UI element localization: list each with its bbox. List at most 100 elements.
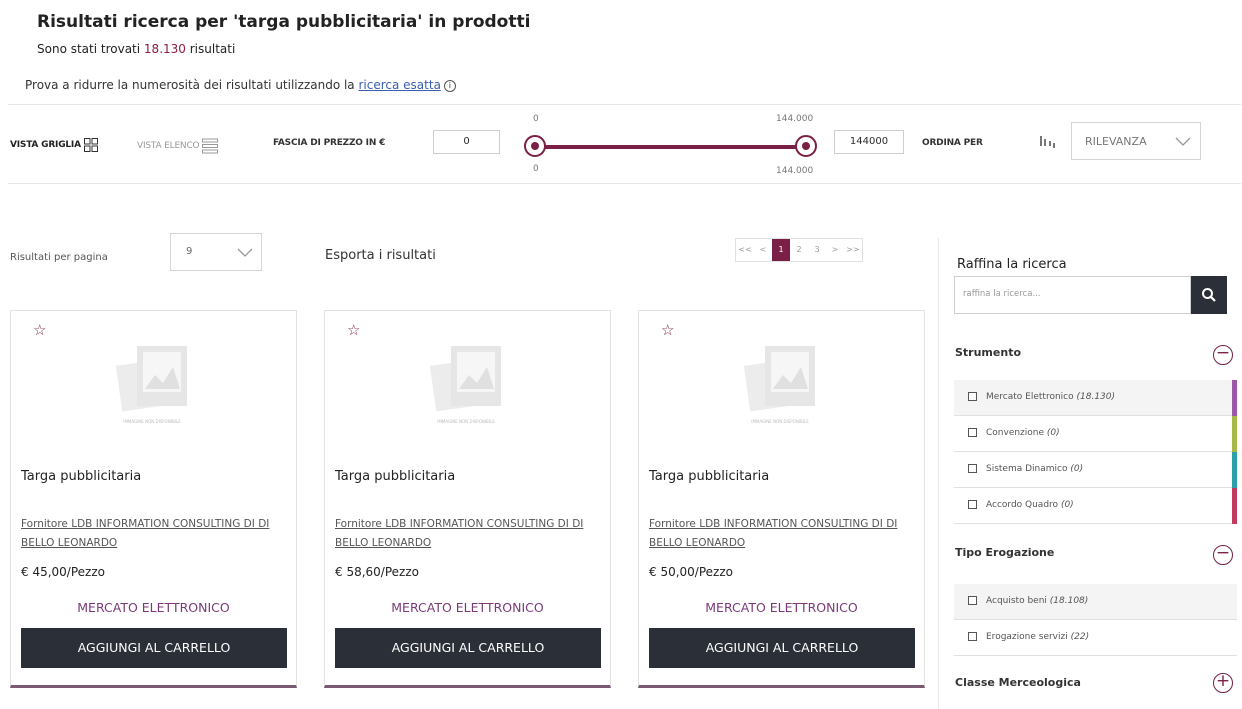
product-card: ☆ IMMAGINE NON DISPONIBILE Targa pubblic…: [638, 310, 925, 688]
option-label: Accordo Quadro: [986, 500, 1059, 510]
price-min-input[interactable]: 0: [433, 130, 500, 154]
export-results-link[interactable]: Esporta i risultati: [325, 248, 436, 263]
grid-view-label: VISTA GRIGLIA: [10, 140, 81, 150]
slider-min-handle[interactable]: [524, 135, 546, 157]
price-range-label: FASCIA DI PREZZO IN €: [273, 138, 386, 148]
grid-view-icon: [83, 138, 98, 152]
image-placeholder-icon: [115, 346, 187, 412]
filter-option-acquisto[interactable]: Acquisto beni (18.108): [954, 584, 1237, 620]
option-count: (0): [1046, 428, 1060, 438]
filter-option-mercato[interactable]: Mercato Elettronico (18.130): [954, 380, 1237, 416]
price-max-input[interactable]: 144000: [834, 130, 904, 154]
page-1[interactable]: 1: [772, 239, 790, 261]
filter-option-sistema[interactable]: Sistema Dinamico (0): [954, 452, 1237, 488]
chevron-down-icon: [237, 248, 253, 257]
option-count: (18.108): [1049, 596, 1089, 606]
hint-text: Prova a ridurre la numerosità dei risult…: [25, 78, 359, 92]
checkbox[interactable]: [968, 596, 977, 605]
favorite-star-icon[interactable]: ☆: [347, 321, 360, 339]
list-view-toggle[interactable]: VISTA ELENCO: [137, 138, 219, 154]
section-strumento: Strumento: [955, 346, 1022, 359]
found-count: 18.130: [143, 42, 186, 56]
product-name[interactable]: Targa pubblicitaria: [21, 469, 141, 484]
market-label: MERCATO ELETTRONICO: [77, 600, 230, 615]
sort-label: ORDINA PER: [922, 138, 983, 148]
filter-option-erogazione[interactable]: Erogazione servizi (22): [954, 620, 1237, 656]
market-label: MERCATO ELETTRONICO: [391, 600, 544, 615]
section-classe-merceologica: Classe Merceologica: [955, 676, 1081, 689]
grid-view-toggle[interactable]: VISTA GRIGLIA: [10, 138, 98, 152]
list-view-icon: [202, 138, 219, 154]
image-placeholder-text: IMMAGINE NON DISPONIBILE: [751, 419, 809, 424]
collapse-tipo-icon[interactable]: −: [1213, 545, 1233, 565]
refine-search-button[interactable]: [1191, 276, 1227, 314]
found-suffix: risultati: [185, 42, 236, 56]
slider-max-handle[interactable]: [795, 135, 817, 157]
slider-min-top-tick: 0: [533, 114, 539, 124]
collapse-strumento-icon[interactable]: −: [1213, 345, 1233, 365]
page-last[interactable]: >>: [844, 239, 862, 261]
exact-search-hint: Prova a ridurre la numerosità dei risult…: [25, 78, 456, 92]
supplier-link[interactable]: Fornitore LDB INFORMATION CONSULTING DI …: [21, 515, 291, 553]
add-to-cart-button[interactable]: AGGIUNGI AL CARRELLO: [335, 628, 601, 668]
found-prefix: Sono stati trovati: [37, 42, 144, 56]
add-to-cart-button[interactable]: AGGIUNGI AL CARRELLO: [21, 628, 287, 668]
slider-max-bottom-tick: 144.000: [776, 166, 814, 176]
sort-select[interactable]: RILEVANZA: [1071, 122, 1201, 160]
refine-search-input[interactable]: raffina la ricerca...: [954, 276, 1191, 314]
market-label: MERCATO ELETTRONICO: [705, 600, 858, 615]
favorite-star-icon[interactable]: ☆: [33, 321, 46, 339]
expand-classe-icon[interactable]: +: [1213, 673, 1233, 693]
option-label: Sistema Dinamico: [986, 464, 1068, 474]
sort-bars-icon[interactable]: [1040, 136, 1060, 148]
color-indicator: [1232, 488, 1237, 524]
page-first[interactable]: <<: [736, 239, 754, 261]
option-label: Acquisto beni: [986, 596, 1047, 606]
add-to-cart-button[interactable]: AGGIUNGI AL CARRELLO: [649, 628, 915, 668]
supplier-link[interactable]: Fornitore LDB INFORMATION CONSULTING DI …: [335, 515, 605, 553]
filter-option-accordo[interactable]: Accordo Quadro (0): [954, 488, 1237, 524]
page-next[interactable]: >: [826, 239, 844, 261]
favorite-star-icon[interactable]: ☆: [661, 321, 674, 339]
product-price: € 45,00/Pezzo: [21, 565, 105, 579]
option-label: Mercato Elettronico: [986, 392, 1074, 402]
product-price: € 58,60/Pezzo: [335, 565, 419, 579]
page-2[interactable]: 2: [790, 239, 808, 261]
exact-search-link[interactable]: ricerca esatta: [358, 78, 440, 92]
pagination: << < 1 2 3 > >>: [735, 238, 863, 262]
slider-max-top-tick: 144.000: [776, 114, 814, 124]
product-card: ☆ IMMAGINE NON DISPONIBILE Targa pubblic…: [324, 310, 611, 688]
option-count: (0): [1060, 500, 1074, 510]
checkbox[interactable]: [968, 392, 977, 401]
sort-select-value: RILEVANZA: [1085, 135, 1147, 148]
checkbox[interactable]: [968, 500, 977, 509]
per-page-label: Risultati per pagina: [10, 252, 108, 263]
image-placeholder-text: IMMAGINE NON DISPONIBILE: [123, 419, 181, 424]
checkbox[interactable]: [968, 428, 977, 437]
option-label: Erogazione servizi: [986, 632, 1068, 642]
per-page-select[interactable]: 9: [170, 233, 262, 271]
product-card: ☆ IMMAGINE NON DISPONIBILE Targa pubblic…: [10, 310, 297, 688]
color-indicator: [1232, 380, 1237, 416]
image-placeholder-icon: [743, 346, 815, 412]
info-icon[interactable]: i: [443, 79, 456, 92]
image-placeholder-text: IMMAGINE NON DISPONIBILE: [437, 419, 495, 424]
checkbox[interactable]: [968, 632, 977, 641]
results-count-text: Sono stati trovati 18.130 risultati: [37, 42, 235, 56]
color-indicator: [1232, 452, 1237, 488]
option-count: (0): [1070, 464, 1084, 474]
option-count: (18.130): [1076, 392, 1116, 402]
option-label: Convenzione: [986, 428, 1045, 438]
price-slider-track: [535, 145, 807, 149]
refine-title: Raffina la ricerca: [957, 257, 1067, 272]
page-prev[interactable]: <: [754, 239, 772, 261]
product-name[interactable]: Targa pubblicitaria: [649, 469, 769, 484]
supplier-link[interactable]: Fornitore LDB INFORMATION CONSULTING DI …: [649, 515, 919, 553]
chevron-down-icon: [1175, 137, 1191, 146]
product-name[interactable]: Targa pubblicitaria: [335, 469, 455, 484]
page-3[interactable]: 3: [808, 239, 826, 261]
filter-option-convenzione[interactable]: Convenzione (0): [954, 416, 1237, 452]
slider-min-bottom-tick: 0: [533, 164, 539, 174]
checkbox[interactable]: [968, 464, 977, 473]
image-placeholder-icon: [429, 346, 501, 412]
